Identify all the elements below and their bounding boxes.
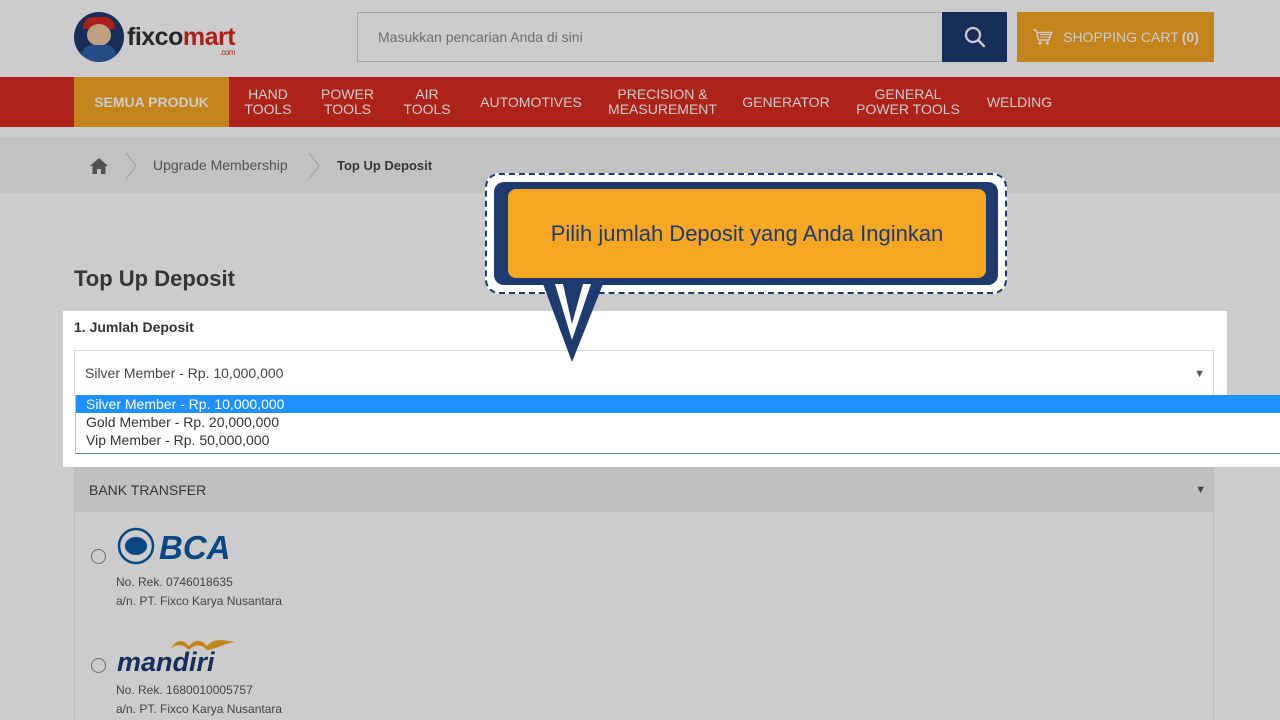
svg-text:BCA: BCA: [159, 529, 231, 565]
deposit-section-label: 1. Jumlah Deposit: [74, 319, 194, 335]
mandiri-account-number: No. Rek. 1680010005757: [116, 683, 253, 697]
nav-precision-measurement[interactable]: PRECISION & MEASUREMENT: [596, 77, 729, 127]
bca-logo: BCA: [117, 527, 231, 565]
search-input[interactable]: [357, 12, 942, 62]
nav-generator[interactable]: GENERATOR: [729, 77, 843, 127]
option-silver-member[interactable]: Silver Member - Rp. 10,000,000: [76, 395, 1280, 413]
logo-wordmark: fixcomart .com: [127, 22, 236, 56]
nav-power-tools[interactable]: POWER TOOLS: [307, 77, 388, 127]
cart-icon: [1033, 29, 1053, 45]
breadcrumb-current: Top Up Deposit: [337, 158, 433, 173]
mascot-icon: [74, 12, 124, 62]
chevron-right-icon: [308, 152, 320, 180]
home-icon[interactable]: [89, 157, 109, 175]
bank-transfer-accordion[interactable]: BANK TRANSFER ▼: [74, 467, 1214, 512]
deposit-options-list: Silver Member - Rp. 10,000,000 Gold Memb…: [75, 395, 1280, 454]
caret-down-icon: ▼: [1195, 484, 1206, 496]
tooltip-text: Pilih jumlah Deposit yang Anda Inginkan: [550, 220, 944, 246]
option-gold-member[interactable]: Gold Member - Rp. 20,000,000: [76, 413, 1280, 431]
bank-list: BCA No. Rek. 0746018635 a/n. PT. Fixco K…: [74, 512, 1214, 720]
deposit-amount-select[interactable]: Silver Member - Rp. 10,000,000 ▼: [74, 350, 1214, 396]
overlay-dim-right: [1227, 311, 1280, 395]
tooltip-pointer-icon: [543, 284, 603, 362]
logo-text-com: .com: [219, 47, 236, 57]
nav-general-power-tools[interactable]: GENERAL POWER TOOLS: [843, 77, 973, 127]
search-icon: [964, 26, 985, 48]
logo-text-fixco: fixco: [127, 22, 183, 51]
fixcomart-logo[interactable]: fixcomart .com: [74, 12, 236, 62]
svg-text:mandiri: mandiri: [117, 647, 215, 676]
cart-count: (0): [1181, 29, 1199, 45]
bank-transfer-label: BANK TRANSFER: [89, 481, 207, 498]
shopping-cart-button[interactable]: SHOPPING CART (0): [1017, 12, 1214, 62]
nav-all-products[interactable]: SEMUA PRODUK: [74, 77, 229, 127]
select-current-value: Silver Member - Rp. 10,000,000: [85, 365, 284, 381]
nav-welding[interactable]: WELDING: [973, 77, 1066, 127]
logo-text-mart: mart: [182, 22, 236, 51]
mandiri-account-holder: a/n. PT. Fixco Karya Nusantara: [116, 702, 283, 716]
caret-down-icon: ▼: [1194, 368, 1205, 380]
cart-label: SHOPPING CART: [1063, 29, 1179, 45]
category-nav: SEMUA PRODUK HAND TOOLS POWER TOOLS AIR TOO…: [0, 77, 1280, 127]
breadcrumb-upgrade-membership[interactable]: Upgrade Membership: [153, 157, 288, 173]
bca-account-holder: a/n. PT. Fixco Karya Nusantara: [116, 594, 283, 608]
mandiri-logo: mandiri: [117, 640, 235, 676]
bank-radio-mandiri[interactable]: [91, 658, 106, 673]
tooltip-callout: Pilih jumlah Deposit yang Anda Inginkan: [508, 189, 986, 278]
chevron-right-icon: [125, 152, 137, 180]
nav-hand-tools[interactable]: HAND TOOLS: [229, 77, 307, 127]
overlay-dim-left: [0, 311, 63, 467]
option-vip-member[interactable]: Vip Member - Rp. 50,000,000: [76, 431, 1280, 449]
page-title: Top Up Deposit: [74, 266, 235, 291]
bca-account-number: No. Rek. 0746018635: [116, 575, 233, 589]
search-button[interactable]: [942, 12, 1007, 62]
bank-radio-bca[interactable]: [91, 549, 106, 564]
nav-automotives[interactable]: AUTOMOTIVES: [466, 77, 596, 127]
nav-air-tools[interactable]: AIR TOOLS: [388, 77, 466, 127]
